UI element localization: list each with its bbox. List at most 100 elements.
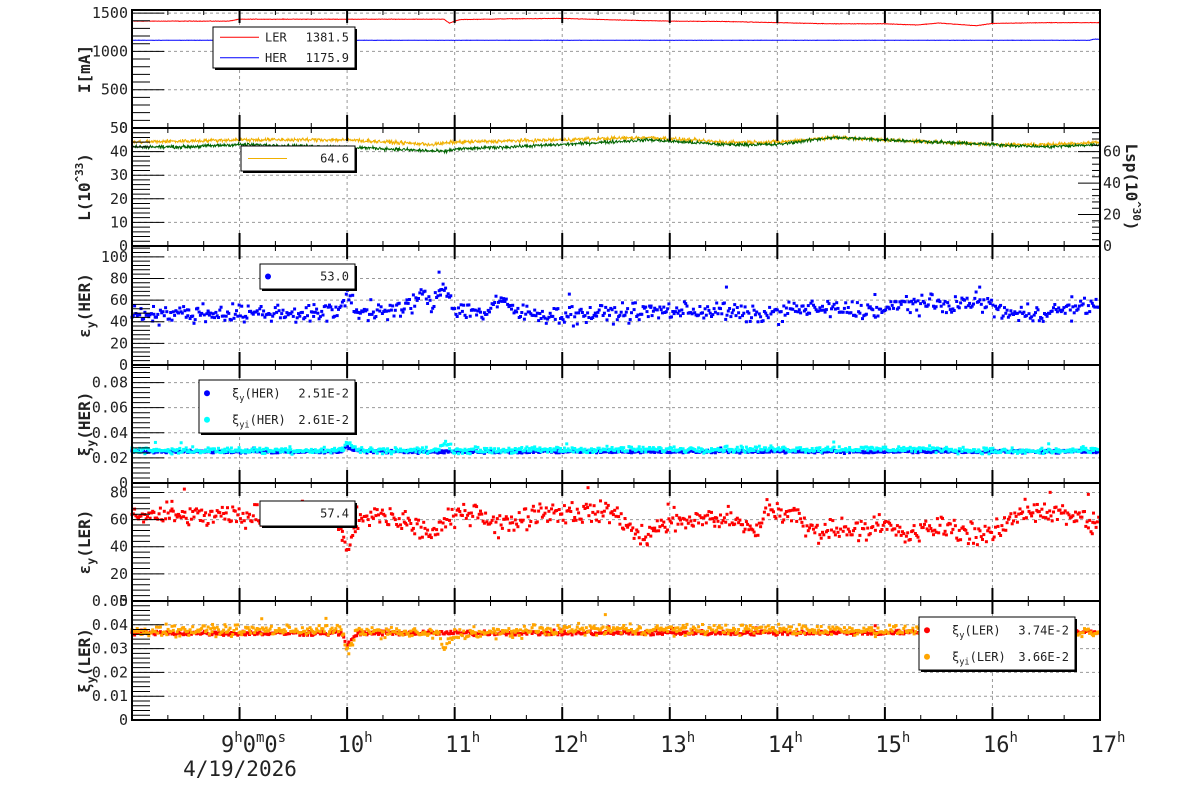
data-point — [223, 517, 227, 521]
data-point — [1068, 308, 1072, 312]
data-point — [1045, 510, 1049, 514]
data-point — [982, 533, 986, 537]
data-point — [633, 301, 637, 305]
data-point — [504, 633, 508, 637]
data-point — [188, 628, 192, 632]
data-point — [405, 298, 409, 302]
data-point — [587, 316, 591, 319]
data-point — [520, 636, 524, 640]
data-point — [318, 630, 322, 634]
data-point — [744, 520, 748, 524]
data-point — [240, 633, 244, 637]
data-point — [552, 307, 556, 310]
data-point — [189, 631, 193, 634]
legend: 53.0 — [259, 263, 357, 291]
label-part: ξ — [232, 413, 239, 427]
data-point — [237, 507, 241, 511]
data-point — [880, 528, 884, 531]
data-point — [195, 507, 198, 511]
data-point — [201, 302, 205, 306]
data-point — [238, 314, 242, 318]
data-point — [1021, 510, 1025, 514]
data-point — [206, 625, 210, 629]
data-point — [844, 301, 848, 305]
label-part: L(10 — [75, 182, 94, 221]
data-point — [263, 629, 267, 633]
data-point — [467, 634, 471, 638]
outlier-point — [1086, 492, 1090, 496]
data-point — [171, 628, 175, 632]
data-point — [671, 449, 675, 453]
data-point — [561, 449, 565, 453]
outlier-point — [340, 538, 344, 542]
data-point — [853, 527, 857, 530]
data-point — [892, 306, 895, 310]
data-point — [586, 311, 590, 315]
data-point — [972, 302, 975, 306]
data-point — [231, 633, 235, 636]
data-point — [494, 294, 498, 298]
outlier-point — [170, 452, 174, 456]
data-point — [577, 311, 581, 315]
data-point — [475, 313, 479, 317]
y2-tick-label: 40 — [1103, 174, 1121, 192]
data-point — [358, 513, 362, 517]
data-point — [779, 508, 783, 512]
data-point — [983, 524, 987, 528]
data-point — [729, 511, 733, 515]
data-point — [783, 512, 787, 516]
legend-dot-swatch — [204, 390, 210, 397]
data-point — [511, 636, 515, 639]
data-point — [938, 300, 942, 304]
data-point — [823, 522, 827, 526]
data-point — [728, 523, 732, 527]
data-point — [466, 451, 470, 455]
outlier-point — [666, 502, 670, 506]
data-point — [404, 629, 408, 633]
data-point — [937, 531, 941, 535]
data-point — [819, 536, 823, 540]
data-point — [756, 320, 760, 324]
data-point — [682, 517, 686, 521]
data-point — [251, 626, 255, 630]
label-part: ξ — [75, 447, 94, 457]
data-point — [733, 303, 737, 307]
data-point — [539, 506, 543, 510]
data-point — [525, 304, 529, 308]
data-point — [388, 632, 392, 636]
data-point — [440, 528, 444, 532]
data-point — [840, 516, 844, 520]
data-point — [515, 310, 519, 314]
data-point — [746, 522, 750, 526]
data-point — [956, 538, 960, 542]
data-point — [262, 447, 266, 451]
data-point — [619, 310, 623, 314]
data-point — [544, 447, 548, 451]
label-part: (HER) — [75, 392, 94, 440]
data-point — [387, 523, 391, 527]
data-point — [649, 534, 653, 538]
data-point — [768, 305, 772, 309]
data-point — [312, 303, 316, 307]
y-tick-label: 40 — [110, 313, 128, 331]
data-point — [1018, 310, 1022, 314]
data-point — [715, 516, 719, 520]
data-point — [575, 625, 579, 629]
outlier-point — [179, 441, 183, 445]
data-point — [938, 523, 942, 527]
data-point — [250, 520, 254, 524]
outlier-point — [1091, 520, 1095, 524]
data-point — [964, 528, 968, 532]
data-point — [500, 526, 504, 530]
data-point — [382, 630, 386, 634]
data-point — [974, 536, 978, 539]
data-point — [879, 307, 883, 311]
data-point — [733, 522, 737, 526]
data-point — [280, 628, 284, 632]
data-point — [521, 518, 525, 522]
data-point — [353, 530, 357, 534]
data-point — [720, 626, 724, 630]
data-point — [1054, 505, 1058, 509]
data-point — [575, 322, 579, 326]
data-point — [695, 512, 699, 516]
